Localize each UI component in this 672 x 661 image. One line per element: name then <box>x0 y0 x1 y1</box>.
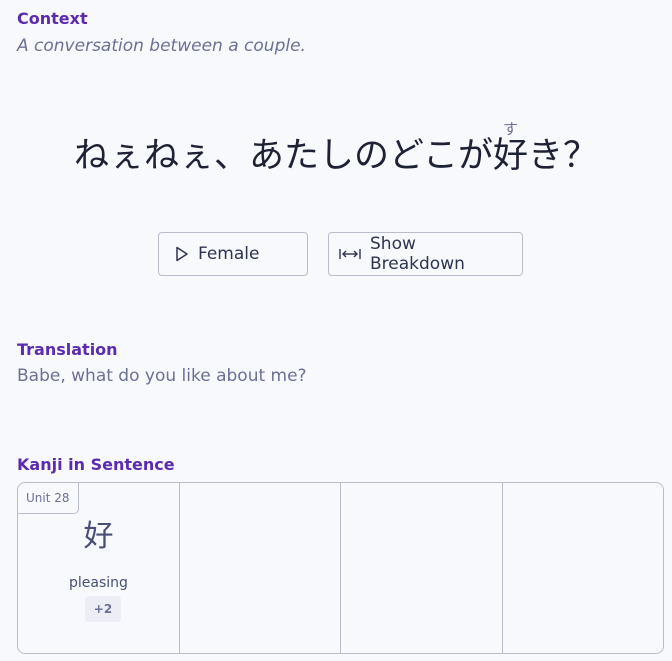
unit-badge: Unit 28 <box>18 483 79 514</box>
kanji-extra-meanings-badge: +2 <box>85 596 121 622</box>
play-audio-female-button[interactable]: Female <box>158 232 308 276</box>
show-breakdown-button[interactable]: Show Breakdown <box>328 232 523 276</box>
sentence-after: き？ <box>527 136 598 176</box>
japanese-sentence: ねぇねぇ、あたしのどこが好すき？ <box>0 120 672 180</box>
translation-text: Babe, what do you like about me? <box>17 366 307 386</box>
breakdown-button-label: Show Breakdown <box>370 234 465 274</box>
kanji-grid: Unit 28 好 pleasing +2 <box>17 482 664 654</box>
kanji-with-furigana[interactable]: 好す <box>492 120 528 176</box>
sentence-kanji: 好 <box>492 136 528 176</box>
kanji-card-empty <box>180 483 341 653</box>
kanji-card-empty <box>341 483 503 653</box>
context-heading: Context <box>17 9 88 28</box>
kanji-character: 好 <box>83 519 114 554</box>
translation-heading: Translation <box>17 340 118 359</box>
page: Context A conversation between a couple.… <box>0 0 672 661</box>
kanji-card[interactable]: Unit 28 好 pleasing +2 <box>18 483 180 653</box>
furigana: す <box>492 120 528 138</box>
expand-horizontal-icon <box>339 247 361 261</box>
context-text: A conversation between a couple. <box>17 36 306 56</box>
kanji-section-heading: Kanji in Sentence <box>17 455 175 474</box>
play-icon <box>175 246 189 262</box>
sentence-before: ねぇねぇ、あたしのどこが <box>74 136 493 176</box>
kanji-card-empty <box>503 483 664 653</box>
play-button-label: Female <box>198 244 260 264</box>
kanji-meaning: pleasing <box>69 575 128 591</box>
